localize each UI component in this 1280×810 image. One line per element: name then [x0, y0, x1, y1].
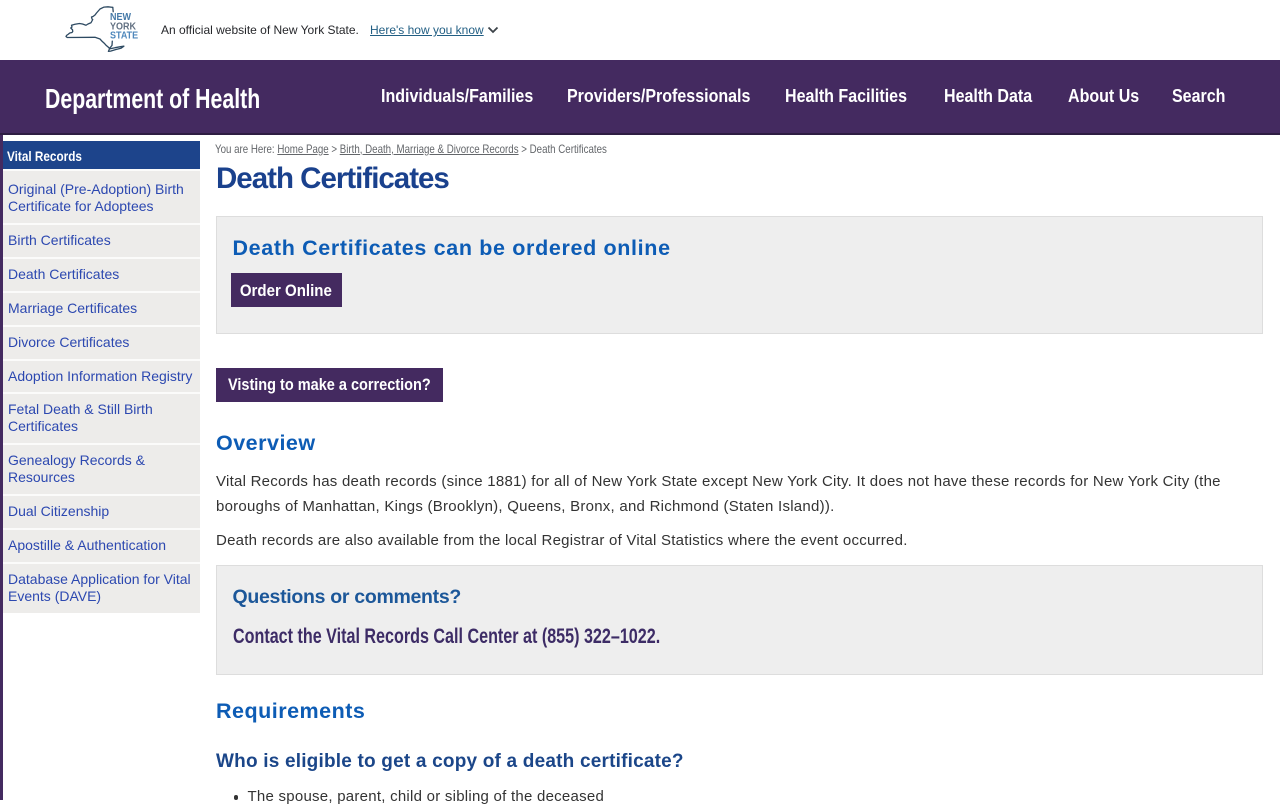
- svg-text:STATE: STATE: [110, 30, 138, 42]
